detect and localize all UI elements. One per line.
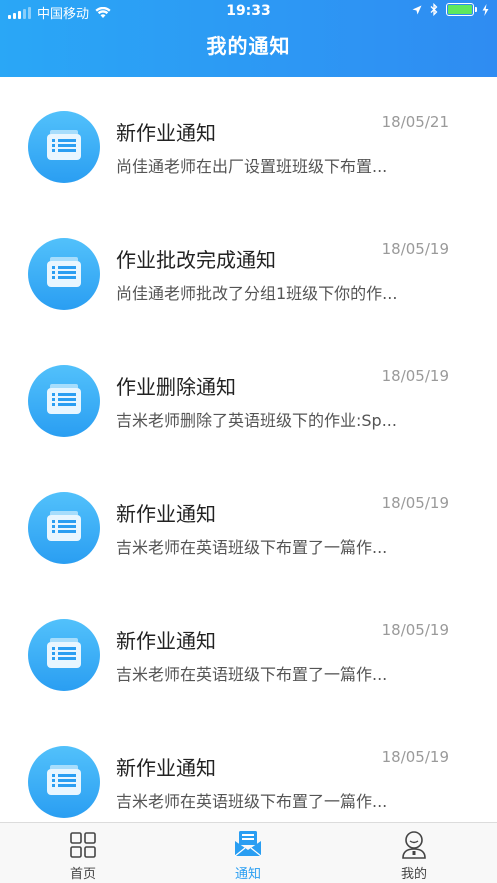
- notification-doc-icon: [28, 619, 100, 691]
- notification-title: 新作业通知: [116, 121, 216, 145]
- header: 中国移动 19:33 我的通知: [0, 0, 497, 77]
- tab-notifications[interactable]: 通知: [188, 823, 308, 883]
- tab-profile-label: 我的: [400, 867, 427, 882]
- notification-item[interactable]: 作业删除通知 18/05/19 吉米老师删除了英语班级下的作业:Sp...: [0, 331, 497, 458]
- notification-doc-icon: [28, 111, 100, 183]
- notification-item[interactable]: 新作业通知 18/05/19 吉米老师在英语班级下布置了一篇作...: [0, 712, 497, 822]
- notification-list: 新作业通知 18/05/21 尚佳通老师在出厂设置班班级下布置... 作业批改完…: [0, 77, 497, 822]
- tab-home-label: 首页: [69, 867, 96, 882]
- notification-date: 18/05/19: [381, 494, 449, 512]
- tab-profile[interactable]: 我的: [354, 823, 474, 883]
- notification-desc: 吉米老师删除了英语班级下的作业:Sp...: [116, 411, 397, 430]
- notification-item[interactable]: 新作业通知 18/05/19 吉米老师在英语班级下布置了一篇作...: [0, 458, 497, 585]
- tab-home[interactable]: 首页: [23, 823, 143, 883]
- tab-notifications-label: 通知: [234, 867, 261, 882]
- notification-desc: 尚佳通老师在出厂设置班班级下布置...: [116, 157, 388, 176]
- notification-date: 18/05/19: [381, 748, 449, 766]
- notification-doc-icon: [28, 238, 100, 310]
- grid-icon: [70, 832, 96, 858]
- page-title: 我的通知: [206, 34, 291, 58]
- user-icon: [402, 831, 426, 859]
- notification-desc: 尚佳通老师批改了分组1班级下你的作...: [116, 284, 398, 303]
- notification-item[interactable]: 新作业通知 18/05/19 吉米老师在英语班级下布置了一篇作...: [0, 585, 497, 712]
- battery-icon: [446, 3, 477, 16]
- notification-date: 18/05/19: [381, 367, 449, 385]
- tab-bar: 首页 通知 我的: [0, 822, 497, 883]
- notification-date: 18/05/19: [381, 621, 449, 639]
- notification-item[interactable]: 作业批改完成通知 18/05/19 尚佳通老师批改了分组1班级下你的作...: [0, 204, 497, 331]
- bluetooth-icon: [430, 3, 438, 16]
- notification-desc: 吉米老师在英语班级下布置了一篇作...: [116, 792, 388, 811]
- notification-doc-icon: [28, 746, 100, 818]
- notification-doc-icon: [28, 365, 100, 437]
- mail-icon: [234, 831, 262, 857]
- notification-desc: 吉米老师在英语班级下布置了一篇作...: [116, 538, 388, 557]
- notification-title: 作业删除通知: [116, 375, 236, 399]
- notification-title: 新作业通知: [116, 756, 216, 780]
- status-bar: 中国移动 19:33: [0, 0, 497, 24]
- status-right: [412, 3, 489, 16]
- location-arrow-icon: [412, 5, 422, 14]
- notification-desc: 吉米老师在英语班级下布置了一篇作...: [116, 665, 388, 684]
- notification-title: 新作业通知: [116, 502, 216, 526]
- notification-date: 18/05/19: [381, 240, 449, 258]
- notification-item[interactable]: 新作业通知 18/05/21 尚佳通老师在出厂设置班班级下布置...: [0, 77, 497, 204]
- notification-date: 18/05/21: [381, 113, 449, 131]
- notification-title: 作业批改完成通知: [116, 248, 276, 272]
- notification-title: 新作业通知: [116, 629, 216, 653]
- charging-bolt-icon: [482, 3, 489, 16]
- notification-doc-icon: [28, 492, 100, 564]
